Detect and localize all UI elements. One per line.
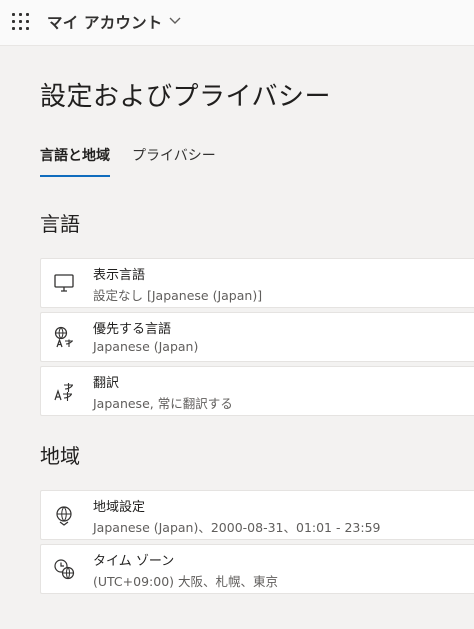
time-zone-icon [52,557,76,581]
preferred-language-value: Japanese (Japan) [93,339,199,354]
display-language-value: 設定なし [Japanese (Japan)] [93,288,263,303]
region-globe-icon [52,503,76,527]
tab-language-and-region[interactable]: 言語と地域 [40,145,110,179]
display-language-title: 表示言語 [93,268,146,283]
tab-privacy[interactable]: プライバシー [132,145,222,179]
display-language-card[interactable]: 表示言語 設定なし [Japanese (Japan)] [40,258,474,308]
regional-format-card[interactable]: 地域設定 Japanese (Japan)、2000-08-31、01:01 -… [40,490,474,540]
chevron-down-icon[interactable] [168,15,182,27]
regional-format-value: Japanese (Japan)、2000-08-31、01:01 - 23:5… [93,520,381,535]
page-title: 設定およびプライバシー [40,82,331,112]
app-title[interactable]: マイ アカウント [47,11,163,33]
translation-title: 翻訳 [93,376,120,391]
time-zone-card[interactable]: タイム ゾーン (UTC+09:00) 大阪、札幌、東京 [40,544,474,594]
translation-card[interactable]: 翻訳 Japanese, 常に翻訳する [40,366,474,416]
top-bar: マイ アカウント [0,0,474,46]
preferred-language-icon [52,325,76,349]
translation-value: Japanese, 常に翻訳する [93,396,233,411]
app-launcher-icon[interactable] [12,13,30,31]
preferred-language-card[interactable]: 優先する言語 Japanese (Japan) [40,312,474,362]
section-heading-region: 地域 [40,444,80,468]
translate-icon [52,379,76,403]
section-heading-language: 言語 [40,212,80,236]
preferred-language-title: 優先する言語 [93,322,172,337]
time-zone-value: (UTC+09:00) 大阪、札幌、東京 [93,574,279,589]
regional-format-title: 地域設定 [93,500,146,515]
monitor-icon [52,271,76,295]
time-zone-title: タイム ゾーン [93,554,175,569]
